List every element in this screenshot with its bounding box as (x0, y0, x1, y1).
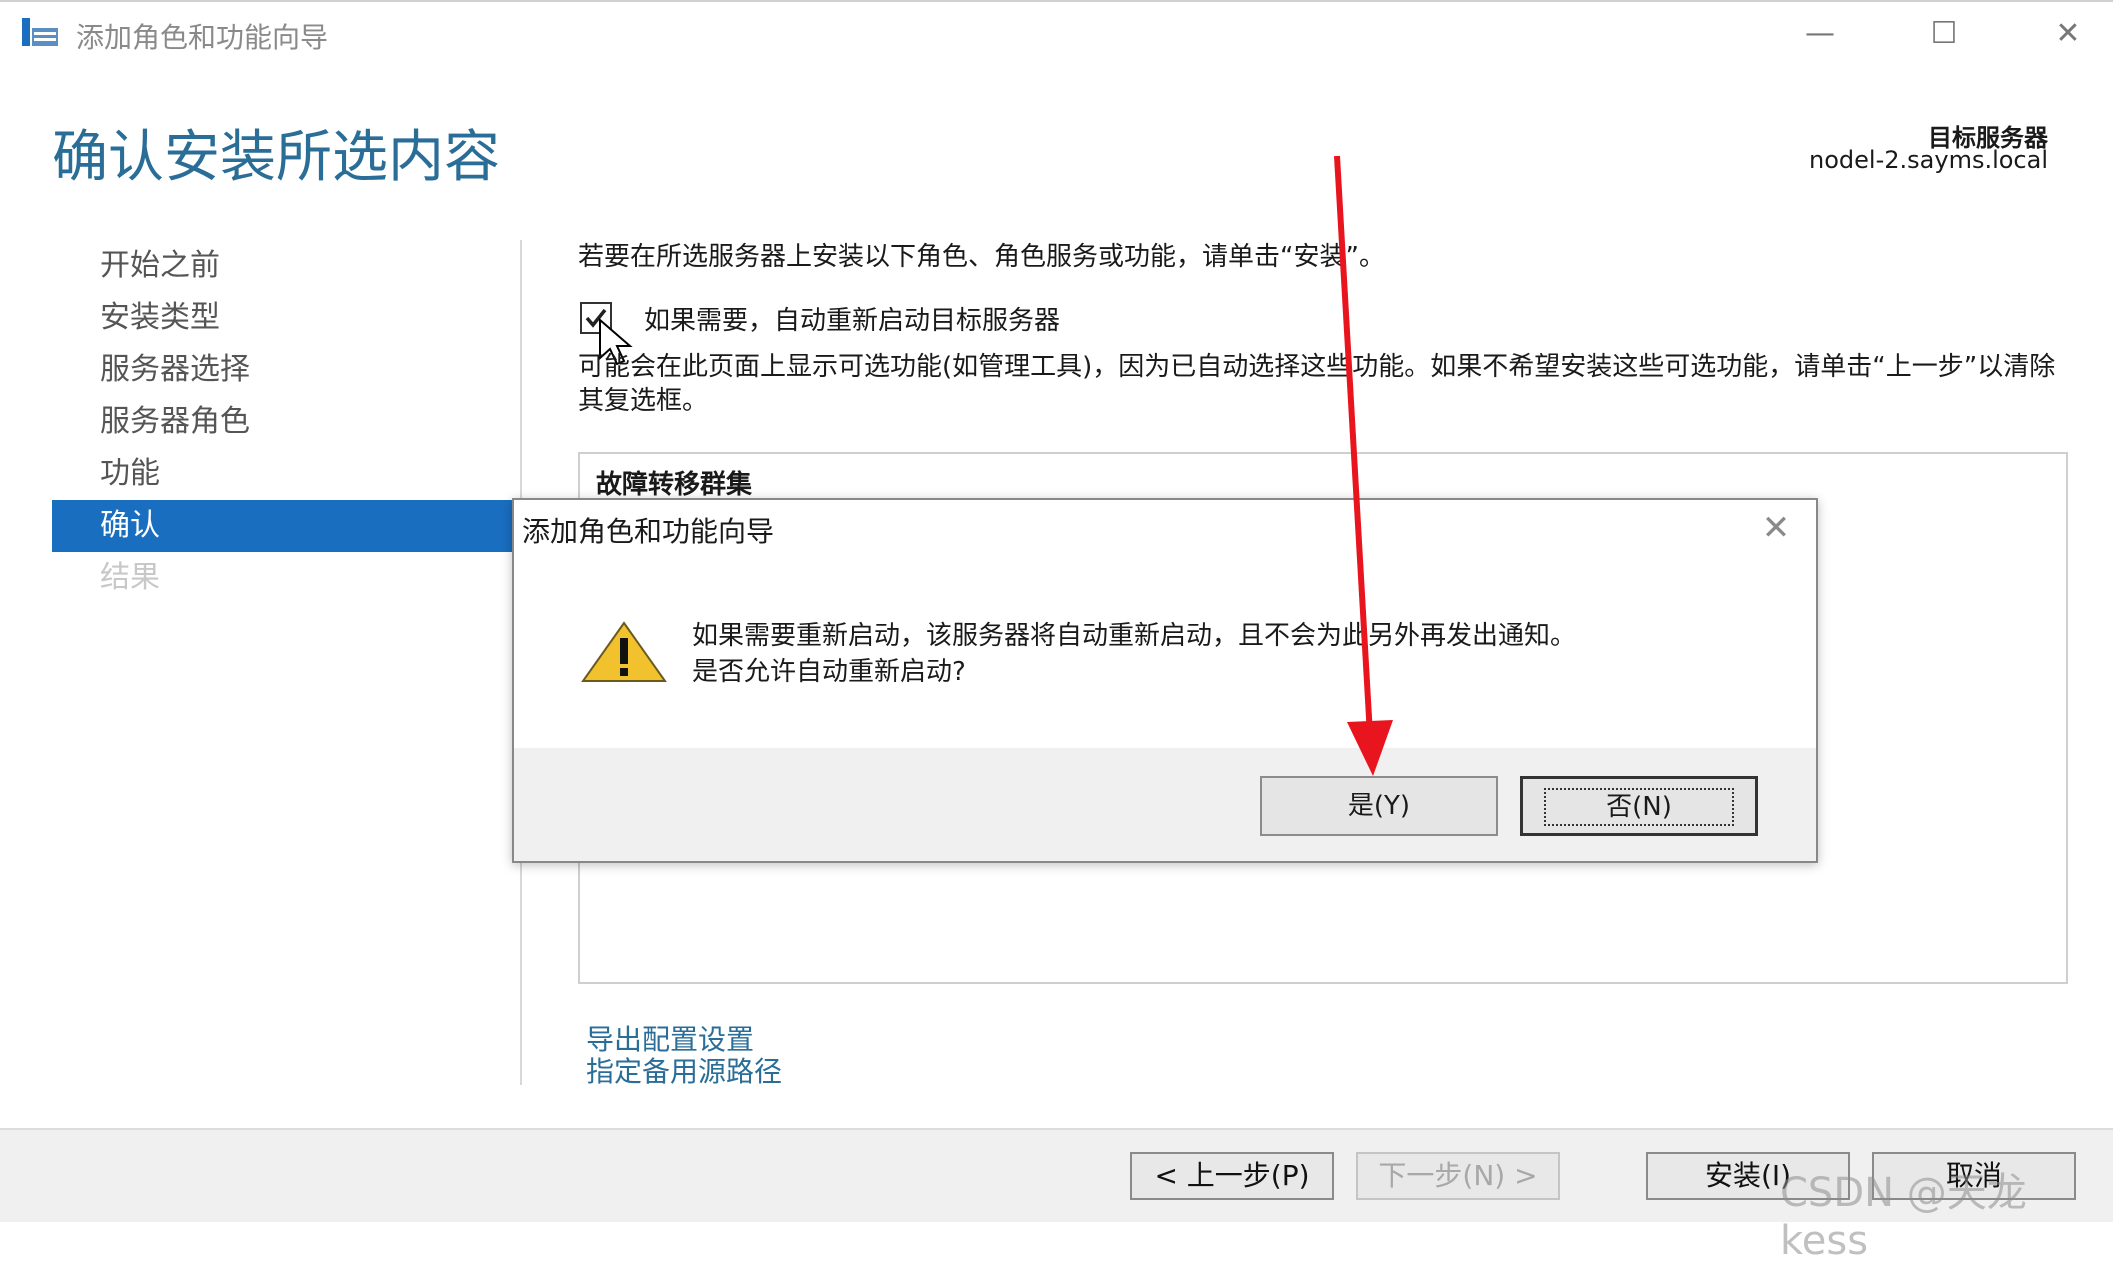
dialog-message-line2: 是否允许自动重新启动? (692, 657, 966, 687)
dialog-no-label: 否(N) (1544, 788, 1734, 826)
previous-button[interactable]: < 上一步(P) (1130, 1152, 1334, 1200)
auto-restart-label[interactable]: 如果需要，自动重新启动目标服务器 (644, 300, 1060, 337)
restart-confirmation-dialog: 添加角色和功能向导 ✕ 如果需要重新启动，该服务器将自动重新启动，且不会为此另外… (512, 498, 1818, 863)
sidebar-item-confirmation[interactable]: 确认 (52, 500, 512, 552)
window-title: 添加角色和功能向导 (76, 21, 329, 54)
dialog-yes-button[interactable]: 是(Y) (1260, 776, 1498, 836)
minimize-button[interactable]: — (1790, 12, 1850, 56)
next-button[interactable]: 下一步(N) > (1356, 1152, 1560, 1200)
server-manager-icon (22, 18, 58, 46)
sidebar-item-before-you-begin[interactable]: 开始之前 (52, 240, 512, 292)
wizard-steps-sidebar: 开始之前 安装类型 服务器选择 服务器角色 功能 确认 结果 (52, 240, 512, 604)
alternate-source-path-link[interactable]: 指定备用源路径 (586, 1050, 782, 1090)
dialog-close-button[interactable]: ✕ (1756, 508, 1796, 548)
dialog-title: 添加角色和功能向导 (522, 515, 775, 548)
page-title: 确认安装所选内容 (52, 125, 500, 190)
sidebar-item-installation-type[interactable]: 安装类型 (52, 292, 512, 344)
sidebar-item-features[interactable]: 功能 (52, 448, 512, 500)
intro-text: 若要在所选服务器上安装以下角色、角色服务或功能，请单击“安装”。 (578, 242, 1385, 272)
destination-server-value: nodel-2.sayms.local (1809, 146, 2048, 174)
sidebar-item-results: 结果 (100, 560, 160, 595)
close-button[interactable]: ✕ (2038, 12, 2098, 56)
maximize-button[interactable]: ☐ (1914, 12, 1974, 56)
list-item: 故障转移群集 (596, 470, 753, 500)
sidebar-item-server-roles[interactable]: 服务器角色 (52, 396, 512, 448)
dialog-no-button[interactable]: 否(N) (1520, 776, 1758, 836)
csdn-watermark: CSDN @天龙kess (1780, 1170, 2027, 1264)
warning-icon (581, 621, 667, 682)
title-bar: 添加角色和功能向导 — ☐ ✕ (0, 0, 2113, 64)
optional-features-note: 可能会在此页面上显示可选功能(如管理工具)，因为已自动选择这些功能。如果不希望安… (578, 352, 2056, 416)
dialog-message-line1: 如果需要重新启动，该服务器将自动重新启动，且不会为此另外再发出通知。 (692, 621, 1577, 651)
dialog-message: 如果需要重新启动，该服务器将自动重新启动，且不会为此另外再发出通知。 是否允许自… (692, 618, 1576, 690)
sidebar-item-server-selection[interactable]: 服务器选择 (52, 344, 512, 396)
